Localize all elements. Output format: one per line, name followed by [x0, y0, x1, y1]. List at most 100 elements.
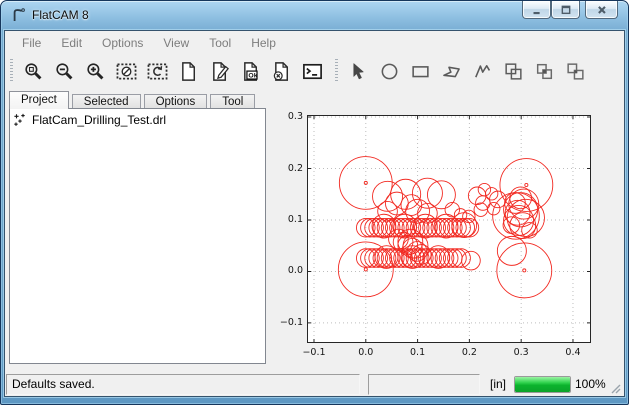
progress-bar [514, 376, 571, 393]
close-button[interactable] [585, 1, 618, 19]
drill-hole-marker [390, 249, 409, 268]
plot-canvas[interactable] [307, 115, 591, 343]
drill-hole-marker [462, 251, 481, 270]
drill-hole-marker [373, 249, 392, 268]
menu-bar: FileEditOptionsViewToolHelp [6, 33, 623, 54]
zoom-in-button[interactable] [80, 56, 111, 86]
drill-hole-marker [385, 192, 408, 215]
drill-hole-marker [525, 183, 528, 186]
tab-selected[interactable]: Selected [72, 94, 141, 109]
draw-rectangle-icon [410, 61, 431, 82]
edit-file-icon [209, 61, 230, 82]
tab-options[interactable]: Options [144, 94, 208, 109]
drill-hole-marker [364, 268, 367, 271]
drill-hole-marker [497, 236, 526, 265]
tab-bar: ProjectSelectedOptionsTool [9, 91, 258, 109]
polygon-subtract-icon [565, 61, 586, 82]
minimize-icon [530, 3, 544, 17]
drill-hole-marker [339, 157, 392, 210]
window-title: FlatCAM 8 [32, 8, 89, 22]
drill-hole-marker [423, 249, 442, 268]
status-message-panel: Defaults saved. [6, 374, 360, 395]
draw-circle-icon [379, 61, 400, 82]
drill-hole-marker [523, 269, 526, 272]
select-icon [348, 61, 369, 82]
draw-path-icon [472, 61, 493, 82]
tree-item-label: FlatCam_Drilling_Test.drl [32, 113, 166, 127]
replot-icon [147, 61, 168, 82]
close-icon [595, 3, 609, 17]
drill-file-icon [13, 113, 27, 127]
drill-hole-marker [478, 183, 490, 195]
flatcam-logo-icon [10, 7, 26, 23]
clear-plot-button[interactable] [111, 56, 142, 86]
shell-icon [302, 61, 323, 82]
minimize-button[interactable] [522, 1, 551, 19]
menu-tool[interactable]: Tool [199, 33, 241, 54]
menu-options[interactable]: Options [92, 33, 153, 54]
drill-hole-marker [364, 181, 367, 184]
axes-border [308, 116, 591, 343]
menu-help[interactable]: Help [241, 33, 286, 54]
zoom-out-button[interactable] [49, 56, 80, 86]
maximize-button[interactable] [551, 1, 580, 19]
polygon-subtract-button[interactable] [560, 56, 591, 86]
polygon-union-icon [503, 61, 524, 82]
draw-circle-button[interactable] [374, 56, 405, 86]
zoom-fit-button[interactable] [18, 56, 49, 86]
replot-button[interactable] [142, 56, 173, 86]
zoom-in-icon [85, 61, 106, 82]
toolbar-drag-handle[interactable] [10, 59, 13, 83]
polygon-union-button[interactable] [498, 56, 529, 86]
tree-item[interactable]: FlatCam_Drilling_Test.drl [10, 109, 265, 127]
delete-object-button[interactable] [266, 56, 297, 86]
zoom-out-icon [54, 61, 75, 82]
menu-view[interactable]: View [153, 33, 199, 54]
menu-file[interactable]: File [12, 33, 51, 54]
tab-project[interactable]: Project [9, 91, 69, 109]
units-label: [in] [486, 377, 510, 391]
status-position-panel [368, 374, 480, 395]
draw-polygon-icon [441, 61, 462, 82]
status-message: Defaults saved. [12, 377, 95, 391]
drill-hole-marker [361, 218, 380, 237]
menu-edit[interactable]: Edit [51, 33, 92, 54]
status-bar: Defaults saved. [in] 100% [6, 371, 623, 397]
ok-file-button[interactable] [235, 56, 266, 86]
toolbar-group-plot [18, 56, 328, 86]
drill-hole-marker [423, 218, 442, 237]
select-button[interactable] [343, 56, 374, 86]
project-tree[interactable]: FlatCam_Drilling_Test.drl [9, 108, 266, 364]
draw-polygon-button[interactable] [436, 56, 467, 86]
progress-percent-label: 100% [575, 377, 606, 391]
drill-hole-marker [365, 218, 384, 237]
maximize-icon [559, 3, 573, 17]
toolbar [6, 54, 623, 88]
delete-object-icon [271, 61, 292, 82]
new-file-button[interactable] [173, 56, 204, 86]
window-controls [522, 1, 618, 19]
ok-file-icon [240, 61, 261, 82]
polygon-intersection-icon [534, 61, 555, 82]
clear-plot-icon [116, 61, 137, 82]
drill-hole-marker [448, 249, 467, 268]
progress-fill [515, 377, 570, 392]
flatcam-window: FlatCAM 8 FileEditOptionsViewToolHelp Pr… [0, 0, 629, 405]
drill-hole-marker [435, 218, 454, 237]
drill-hole-marker [373, 218, 392, 237]
tab-tool[interactable]: Tool [210, 94, 255, 109]
draw-path-button[interactable] [467, 56, 498, 86]
toolbar-drag-handle[interactable] [335, 59, 338, 83]
draw-rectangle-button[interactable] [405, 56, 436, 86]
drill-hole-marker [497, 243, 552, 298]
drill-hole-marker [365, 249, 384, 268]
polygon-intersection-button[interactable] [529, 56, 560, 86]
zoom-fit-icon [23, 61, 44, 82]
new-file-icon [178, 61, 199, 82]
edit-file-button[interactable] [204, 56, 235, 86]
drill-hole-marker [435, 249, 454, 268]
shell-button[interactable] [297, 56, 328, 86]
toolbar-group-geometry [343, 56, 591, 86]
resize-grip[interactable] [609, 382, 622, 395]
title-bar[interactable]: FlatCAM 8 [1, 1, 628, 30]
